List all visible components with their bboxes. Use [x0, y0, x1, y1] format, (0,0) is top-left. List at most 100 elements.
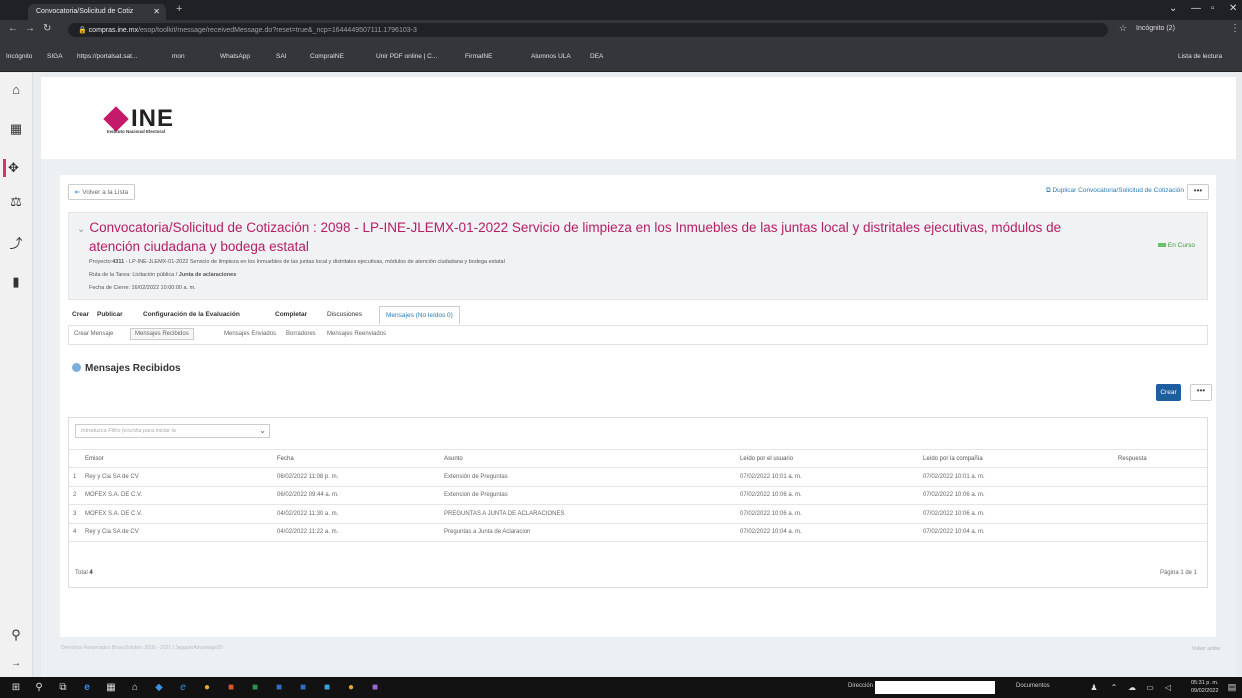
bookmark-item[interactable]: Incógnito: [6, 53, 32, 60]
powerpoint-icon[interactable]: ■: [223, 680, 239, 695]
cloud-icon[interactable]: ☁: [1124, 680, 1140, 695]
table-row[interactable]: 3 MOFEX S.A. DE C.V. 04/02/2022 11:30 a.…: [69, 504, 1207, 524]
notifications-icon[interactable]: ▤: [1224, 680, 1240, 695]
table-row[interactable]: 2 MOFEX S.A. DE C.V. 06/02/2022 09:44 a.…: [69, 486, 1207, 505]
column-header-fecha[interactable]: Fecha: [277, 449, 444, 468]
bookmark-item[interactable]: SAI: [276, 53, 286, 60]
browser-tab[interactable]: Convocatoria/Solicitud de Cotiz ✕: [28, 4, 166, 20]
bookmark-item[interactable]: DEA: [590, 53, 603, 60]
windows-start-icon[interactable]: ⊞: [8, 680, 24, 695]
status-bar-icon: [1157, 243, 1166, 247]
column-header-emisor[interactable]: Emisor: [85, 449, 277, 468]
restore-icon[interactable]: ▫: [1211, 3, 1215, 14]
bookmark-item[interactable]: Unir PDF online | C...: [376, 53, 437, 60]
row-asunto[interactable]: PREGUNTAS A JUNTA DE ACLARACIONES: [444, 504, 740, 524]
sourcing-icon[interactable]: ⚖: [7, 193, 25, 211]
outlook-icon[interactable]: ■: [295, 680, 311, 695]
chrome-icon[interactable]: ●: [199, 680, 215, 695]
filter-input[interactable]: Introduzca Filtro (escriba para iniciar …: [75, 424, 270, 438]
analytics-icon[interactable]: ⤴: [7, 235, 25, 253]
duplicate-link[interactable]: ⧉ Duplicar Convocatoria/Solicitud de Cot…: [1046, 187, 1184, 195]
url-host: compras.ine.mx: [88, 27, 139, 34]
expand-arrow-icon[interactable]: →: [7, 655, 25, 673]
volume-icon[interactable]: ◁: [1160, 680, 1176, 695]
more-actions-button[interactable]: •••: [1187, 184, 1209, 200]
table-row[interactable]: 4 Rey y Cia SA de CV 04/02/2022 11:22 a.…: [69, 523, 1207, 542]
dashboard-icon[interactable]: ▦: [7, 120, 25, 138]
row-asunto[interactable]: Extencion de Preguntas: [444, 486, 740, 505]
word-icon[interactable]: ■: [271, 680, 287, 695]
pagination-info: Página 1 de 1: [1159, 570, 1197, 576]
home-icon[interactable]: ⌂: [7, 81, 25, 99]
column-header-respuesta[interactable]: Respuesta: [1118, 449, 1207, 468]
tab-discusiones[interactable]: Discusiones: [327, 311, 362, 318]
search-icon[interactable]: ⚲: [31, 680, 47, 695]
chevron-down-icon[interactable]: ⌄: [1169, 3, 1177, 14]
calculator-icon[interactable]: ▦: [103, 680, 119, 695]
tab-mensajes[interactable]: Mensajes (No leídos 0): [379, 306, 460, 325]
close-tab-icon[interactable]: ✕: [153, 7, 160, 16]
bookmark-item[interactable]: SIGA: [47, 53, 63, 60]
section-title: Mensajes Recibidos: [72, 363, 181, 374]
search-icon[interactable]: ⚲: [7, 626, 25, 644]
tab-crear[interactable]: Crear: [72, 311, 89, 318]
tab-publicar[interactable]: Publicar: [97, 311, 123, 318]
minimize-icon[interactable]: —: [1191, 3, 1201, 14]
system-clock[interactable]: 05:31 p. m. 09/02/2022: [1191, 679, 1219, 695]
handshake-icon[interactable]: ✥: [3, 159, 21, 177]
reading-list[interactable]: Lista de lectura: [1178, 53, 1222, 60]
store-icon[interactable]: ⌂: [127, 680, 143, 695]
document-icon[interactable]: ▮: [7, 273, 25, 291]
table-row[interactable]: 1 Rey y Cia SA de CV 06/02/2022 11:08 p.…: [69, 467, 1207, 487]
create-message-button[interactable]: Crear: [1156, 384, 1181, 401]
incognito-profile[interactable]: Incógnito (2): [1136, 25, 1175, 32]
star-icon[interactable]: ☆: [1119, 23, 1127, 34]
column-header-leido-compania[interactable]: Leído por la compañía: [923, 449, 1118, 468]
new-tab-icon[interactable]: +: [176, 3, 182, 15]
bookmark-item[interactable]: WhatsApp: [220, 53, 250, 60]
back-to-top-link[interactable]: Volver arriba: [1192, 646, 1220, 652]
bookmark-item[interactable]: Alumnos ULA: [531, 53, 571, 60]
column-header-leido-usuario[interactable]: Leído por el usuario: [740, 449, 923, 468]
network-icon[interactable]: ▭: [1142, 680, 1158, 695]
tray-up-icon[interactable]: ⌃: [1106, 680, 1122, 695]
back-to-list-button[interactable]: ⇤ Volver a la Lista: [68, 184, 136, 200]
subtab-mensajes-recibidos[interactable]: Mensajes Recibidos: [130, 328, 194, 340]
forward-arrow-icon[interactable]: →: [25, 23, 35, 34]
internet-explorer-icon[interactable]: e: [175, 680, 191, 695]
subtab-mensajes-enviados[interactable]: Mensajes Enviados: [224, 331, 276, 337]
bookmark-item[interactable]: CompraINE: [310, 53, 344, 60]
photos-icon[interactable]: ■: [319, 680, 335, 695]
bookmark-item[interactable]: FirmaINE: [465, 53, 492, 60]
back-arrow-icon[interactable]: ←: [8, 23, 18, 34]
task-view-icon[interactable]: ⧉: [55, 680, 71, 695]
teams-icon[interactable]: ■: [367, 680, 383, 695]
app-icon[interactable]: ◆: [151, 680, 167, 695]
address-toolbar-input[interactable]: [875, 681, 995, 694]
menu-icon[interactable]: ⋮: [1230, 23, 1240, 34]
reload-icon[interactable]: ↻: [43, 23, 51, 34]
bookmark-item[interactable]: mon: [172, 53, 185, 60]
documents-toolbar[interactable]: Documentos: [1016, 683, 1050, 689]
close-window-icon[interactable]: ✕: [1229, 3, 1237, 14]
column-header-asunto[interactable]: Asunto: [444, 449, 740, 468]
people-icon[interactable]: ♟: [1086, 680, 1102, 695]
tab-completar[interactable]: Completar: [275, 311, 307, 318]
row-asunto[interactable]: Preguntas a Junta de Aclaracion: [444, 523, 740, 542]
url-field[interactable]: 🔒 compras.ine.mx/esop/toolkit/message/re…: [68, 23, 1108, 37]
chevron-down-icon[interactable]: ⌄: [259, 426, 266, 435]
logo-text: INE: [131, 105, 175, 132]
chrome-incognito-icon[interactable]: ●: [343, 680, 359, 695]
excel-icon[interactable]: ■: [247, 680, 263, 695]
subtab-borradores[interactable]: Borradores: [286, 331, 316, 337]
more-options-button[interactable]: •••: [1190, 384, 1212, 401]
ine-logo[interactable]: INE Instituto Nacional Electoral: [103, 105, 175, 134]
subtab-crear-mensaje[interactable]: Crear Mensaje: [74, 331, 113, 337]
edge-icon[interactable]: e: [79, 680, 95, 695]
collapse-chevron-icon[interactable]: ⌄: [77, 224, 85, 235]
tab-configuracion[interactable]: Configuración de la Evaluación: [143, 311, 240, 318]
info-circle-icon: [72, 363, 81, 372]
subtab-mensajes-reenviados[interactable]: Mensajes Reenviados: [327, 331, 386, 337]
row-asunto[interactable]: Extensión de Preguntas: [444, 467, 740, 487]
bookmark-item[interactable]: https://portalsat.sat...: [77, 53, 137, 60]
